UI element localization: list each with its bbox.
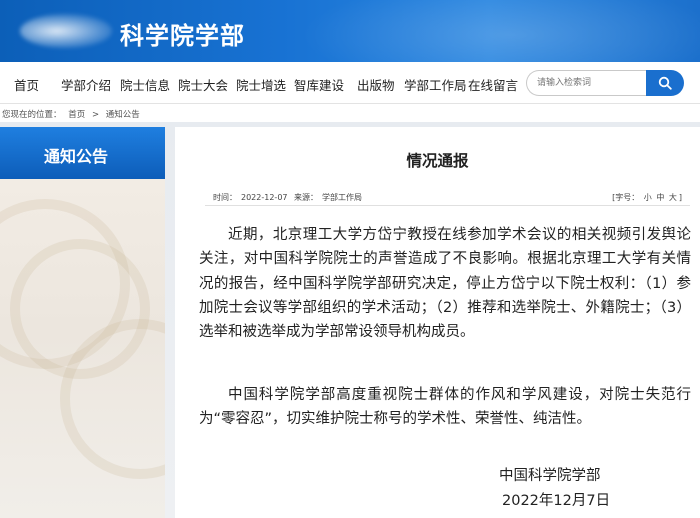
- search-icon: [658, 76, 672, 90]
- nav-item-message[interactable]: 在线留言: [468, 75, 518, 94]
- font-size-large[interactable]: 大: [669, 193, 677, 202]
- nav-item-publications[interactable]: 出版物: [357, 75, 395, 94]
- breadcrumb-prefix: 您现在的位置：: [2, 110, 62, 120]
- article-meta: 时间： 2022-12-07 来源： 学部工作局 [字号： 小 中 大]: [205, 190, 690, 206]
- source-label: 来源：: [294, 193, 319, 202]
- header-banner: 科学院学部: [0, 0, 700, 62]
- article-source: 学部工作局: [322, 193, 363, 202]
- article-signature: 中国科学院学部: [499, 468, 601, 484]
- breadcrumb: 您现在的位置： 首页 > 通知公告: [2, 108, 144, 120]
- article-meta-info: 时间： 2022-12-07 来源： 学部工作局: [213, 192, 366, 203]
- nav-item-home[interactable]: 首页: [14, 75, 39, 94]
- main-nav: 首页 学部介绍 院士信息 院士大会 院士增选 智库建设 出版物 学部工作局 在线…: [0, 62, 700, 104]
- sidebar-decoration: [0, 179, 165, 518]
- breadcrumb-separator: >: [91, 110, 100, 120]
- font-size-medium[interactable]: 中: [656, 193, 664, 202]
- nav-item-about[interactable]: 学部介绍: [61, 75, 111, 94]
- article-date: 2022年12月7日: [502, 493, 611, 509]
- site-title: 科学院学部: [120, 22, 245, 50]
- breadcrumb-current[interactable]: 通知公告: [106, 110, 140, 120]
- publish-date: 2022-12-07: [241, 193, 288, 202]
- nav-item-think-tank[interactable]: 智库建设: [294, 75, 344, 94]
- breadcrumb-bar: 您现在的位置： 首页 > 通知公告: [0, 104, 700, 122]
- font-size-close: ]: [678, 193, 682, 202]
- time-label: 时间：: [213, 193, 237, 202]
- font-size-switcher: [字号： 小 中 大]: [610, 192, 682, 203]
- search-input[interactable]: [526, 70, 646, 96]
- article-title: 情况通报: [406, 152, 469, 170]
- nav-item-election[interactable]: 院士增选: [236, 75, 286, 94]
- sidebar-heading: 通知公告: [44, 147, 109, 166]
- article-paragraph: 近期，北京理工大学方岱宁教授在线参加学术会议的相关视频引发舆论关注，对中国科学院…: [199, 227, 691, 341]
- nav-item-bureau[interactable]: 学部工作局: [404, 75, 467, 94]
- search-button[interactable]: [646, 70, 684, 96]
- article-panel: 情况通报 时间： 2022-12-07 来源： 学部工作局 [字号： 小 中 大] …: [175, 127, 700, 518]
- article-paragraph: 中国科学院学部高度重视院士群体的作风和学风建设，对院士失范行为“零容忍”，切实维…: [199, 387, 691, 428]
- font-size-small[interactable]: 小: [644, 193, 652, 202]
- cas-logo[interactable]: [20, 14, 112, 48]
- nav-item-academicians[interactable]: 院士信息: [120, 75, 170, 94]
- breadcrumb-home[interactable]: 首页: [68, 110, 85, 120]
- banner-sheen: [300, 0, 700, 62]
- nav-item-general-assembly[interactable]: 院士大会: [178, 75, 228, 94]
- font-size-label: [字号：: [612, 193, 640, 202]
- sidebar-heading-box[interactable]: 通知公告: [0, 127, 165, 179]
